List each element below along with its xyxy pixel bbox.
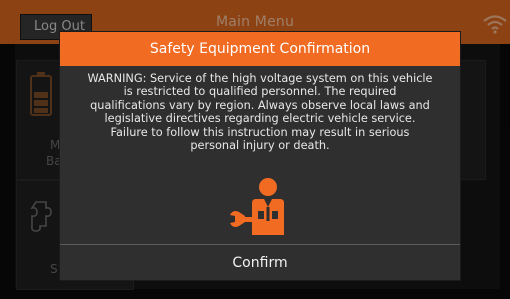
warning-line: Failure to follow this instruction may r… — [110, 125, 410, 139]
warning-line: is restricted to qualified personnel. Th… — [123, 85, 397, 99]
warning-line: qualifications vary by region. Always ob… — [90, 98, 430, 112]
confirm-button[interactable]: Confirm — [60, 245, 460, 280]
warning-text: WARNING: Service of the high voltage sys… — [70, 72, 450, 152]
dialog-title: Safety Equipment Confirmation — [60, 32, 460, 66]
warning-line: personal injury or death. — [190, 139, 330, 153]
safety-confirmation-dialog: Safety Equipment Confirmation WARNING: S… — [60, 32, 460, 280]
technician-wrench-icon — [230, 178, 284, 235]
warning-line: WARNING: Service of the high voltage sys… — [87, 72, 433, 85]
warning-line: legislative directives regarding electri… — [104, 112, 416, 126]
